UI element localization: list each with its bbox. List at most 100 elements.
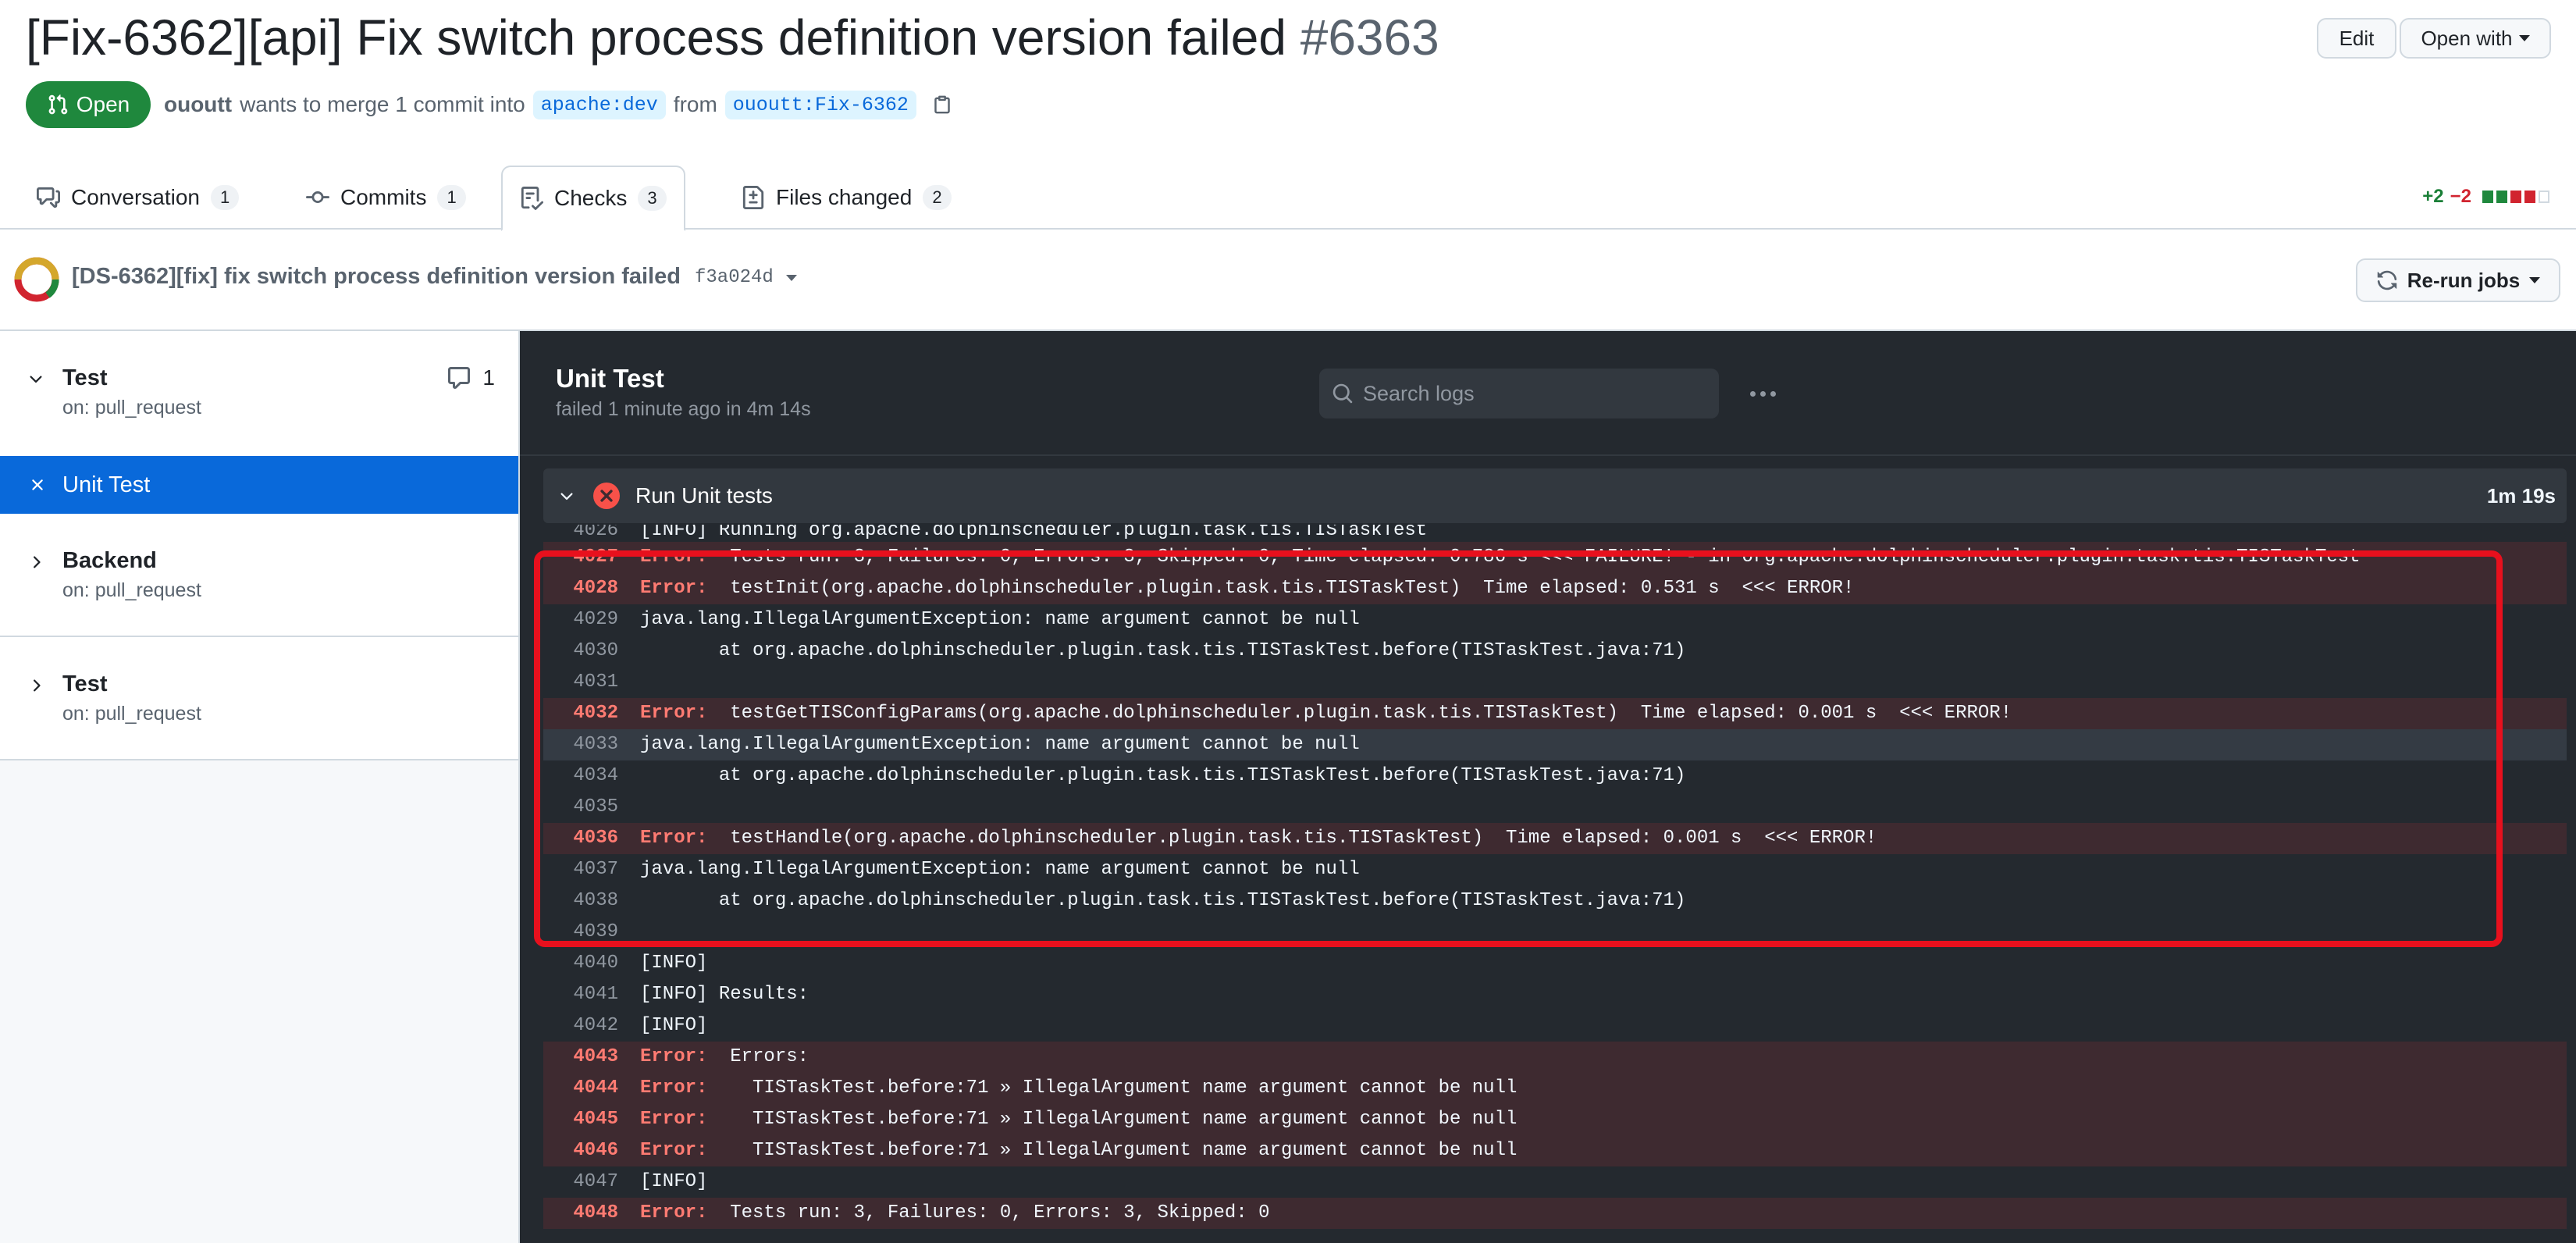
log-line-number[interactable]: 4038 <box>543 885 618 917</box>
base-branch[interactable]: apache:dev <box>532 90 666 119</box>
rerun-jobs-button[interactable]: Re-run jobs <box>2356 258 2560 302</box>
log-message: at org.apache.dolphinscheduler.plugin.ta… <box>640 890 1686 911</box>
log-line: 4027 Error: Tests run: 3, Failures: 0, Er… <box>543 542 2567 573</box>
chevron-down-icon[interactable] <box>557 487 576 506</box>
commit-sha-selector[interactable]: f3a024d <box>695 267 797 288</box>
log-line-number[interactable]: 4046 <box>543 1135 618 1166</box>
log-line: 4037 java.lang.IllegalArgumentException: … <box>543 854 2567 885</box>
log-line-number[interactable]: 4041 <box>543 979 618 1010</box>
log-line-number[interactable]: 4033 <box>543 729 618 760</box>
log-line-number[interactable]: 4027 <box>543 542 618 573</box>
edit-button[interactable]: Edit <box>2317 18 2396 59</box>
workflow-name: Test <box>62 365 108 390</box>
log-message: TISTaskTest.before:71 » IllegalArgument … <box>707 1109 1517 1130</box>
log-line: 4028 Error: testInit(org.apache.dolphinsc… <box>543 573 2567 604</box>
tab-checks-label: Checks <box>554 186 628 210</box>
log-line-number[interactable]: 4035 <box>543 792 618 823</box>
log-line-text: Error: TISTaskTest.before:71 » IllegalAr… <box>640 1104 1517 1135</box>
caret-down-icon <box>2518 35 2530 41</box>
log-line-number[interactable]: 4031 <box>543 667 618 698</box>
merge-description: ououtt wants to merge 1 commit into apac… <box>164 87 952 122</box>
log-message: Tests run: 3, Failures: 0, Errors: 3, Sk… <box>707 547 2361 568</box>
log-message: at org.apache.dolphinscheduler.plugin.ta… <box>640 640 1686 661</box>
log-line-number[interactable]: 4048 <box>543 1198 618 1229</box>
log-error-tag: Error: <box>640 1202 708 1223</box>
workflow-group-test[interactable]: Test on: pull_request 1 <box>0 331 518 456</box>
annotation-count[interactable]: 1 <box>447 365 495 390</box>
log-line: 4031 <box>543 667 2567 698</box>
copy-icon[interactable] <box>932 93 952 116</box>
log-line-number[interactable]: 4029 <box>543 604 618 636</box>
log-line-number[interactable]: 4036 <box>543 823 618 854</box>
log-line-number[interactable]: 4042 <box>543 1010 618 1042</box>
commit-title[interactable]: [DS-6362][fix] fix switch process defini… <box>72 264 681 290</box>
log-line: 4026 [INFO] Running org.apache.dolphinsch… <box>543 525 2567 542</box>
job-header: Unit Test failed 1 minute ago in 4m 14s … <box>520 331 2576 456</box>
log-error-tag: Error: <box>640 1046 708 1067</box>
step-run-unit-tests[interactable]: Run Unit tests 1m 19s <box>543 468 2567 523</box>
log-line-number[interactable]: 4030 <box>543 636 618 667</box>
log-line-number[interactable]: 4028 <box>543 573 618 604</box>
chevron-right-icon[interactable] <box>27 676 45 695</box>
log-line-text: Error: Errors: <box>640 1042 809 1073</box>
workflow-group-test-2[interactable]: Test on: pull_request <box>0 637 518 760</box>
check-status-icon <box>14 257 59 302</box>
diffstat-additions: +2 <box>2422 186 2444 207</box>
tab-conversation[interactable]: Conversation 1 <box>20 166 256 230</box>
tab-conversation-label: Conversation <box>71 185 200 209</box>
log-message: [INFO] <box>640 1015 708 1036</box>
log-line-number[interactable]: 4039 <box>543 917 618 948</box>
job-title: Unit Test <box>556 364 664 393</box>
search-logs-placeholder: Search logs <box>1363 381 1475 405</box>
pr-author-link[interactable]: ououtt <box>164 92 232 117</box>
log-line-number[interactable]: 4044 <box>543 1073 618 1104</box>
log-line-text: Error: testHandle(org.apache.dolphinsche… <box>640 823 1877 854</box>
log-line-number[interactable]: 4037 <box>543 854 618 885</box>
log-lines: 4026 [INFO] Running org.apache.dolphinsch… <box>543 525 2567 1229</box>
pr-title-text: [Fix-6362][api] Fix switch process defin… <box>26 9 1286 66</box>
workflow-trigger: on: pull_request <box>62 579 201 601</box>
log-line-number[interactable]: 4032 <box>543 698 618 729</box>
log-line-text: Error: Tests run: 3, Failures: 0, Errors… <box>640 1198 1270 1229</box>
diffstat-deletions: −2 <box>2450 186 2471 207</box>
tab-files-changed[interactable]: Files changed 2 <box>724 166 969 230</box>
workflow-name: Test <box>62 671 108 696</box>
log-line-number[interactable]: 4040 <box>543 948 618 979</box>
log-line-number[interactable]: 4045 <box>543 1104 618 1135</box>
log-line-number[interactable]: 4047 <box>543 1166 618 1198</box>
workflow-trigger: on: pull_request <box>62 397 201 418</box>
log-error-tag: Error: <box>640 547 708 568</box>
step-duration: 1m 19s <box>2486 484 2556 508</box>
open-with-button[interactable]: Open with <box>2400 18 2551 59</box>
log-line-number[interactable]: 4026 <box>543 525 618 540</box>
checks-sidebar: Test on: pull_request 1 Unit Test Backen… <box>0 331 520 1243</box>
merge-text: wants to merge 1 commit into <box>240 92 525 116</box>
chevron-right-icon[interactable] <box>27 553 45 572</box>
workflow-group-backend[interactable]: Backend on: pull_request <box>0 514 518 637</box>
tab-commits[interactable]: Commits 1 <box>289 166 483 230</box>
head-branch[interactable]: ououtt:Fix-6362 <box>724 90 916 119</box>
log-line-number[interactable]: 4043 <box>543 1042 618 1073</box>
log-line: 4047 [INFO] <box>543 1166 2567 1198</box>
caret-down-icon <box>785 274 797 281</box>
rerun-jobs-label: Re-run jobs <box>2407 268 2521 292</box>
log-line: 4048 Error: Tests run: 3, Failures: 0, Er… <box>543 1198 2567 1229</box>
tab-checks-count: 3 <box>638 186 667 211</box>
kebab-menu-icon[interactable] <box>1747 378 1778 409</box>
log-line: 4034 at org.apache.dolphinscheduler.plug… <box>543 760 2567 792</box>
search-icon <box>1332 383 1353 404</box>
log-line-text: at org.apache.dolphinscheduler.plugin.ta… <box>640 636 1686 667</box>
log-line-text: [INFO] <box>640 1010 707 1042</box>
log-message: [INFO] Running org.apache.dolphinschedul… <box>640 525 1428 541</box>
log-line-number[interactable]: 4034 <box>543 760 618 792</box>
job-log-panel: Unit Test failed 1 minute ago in 4m 14s … <box>520 331 2576 1243</box>
sidebar-item-unit-test[interactable]: Unit Test <box>0 456 518 514</box>
search-logs-input[interactable]: Search logs <box>1319 369 1719 418</box>
log-line: 4043 Error: Errors: <box>543 1042 2567 1073</box>
workflow-name: Backend <box>62 548 157 573</box>
file-diff-icon <box>742 186 764 209</box>
chevron-down-icon[interactable] <box>27 370 45 389</box>
tab-checks[interactable]: Checks 3 <box>501 166 685 231</box>
log-line: 4032 Error: testGetTISConfigParams(org.ap… <box>543 698 2567 729</box>
log-line-text: java.lang.IllegalArgumentException: name… <box>640 604 1360 636</box>
